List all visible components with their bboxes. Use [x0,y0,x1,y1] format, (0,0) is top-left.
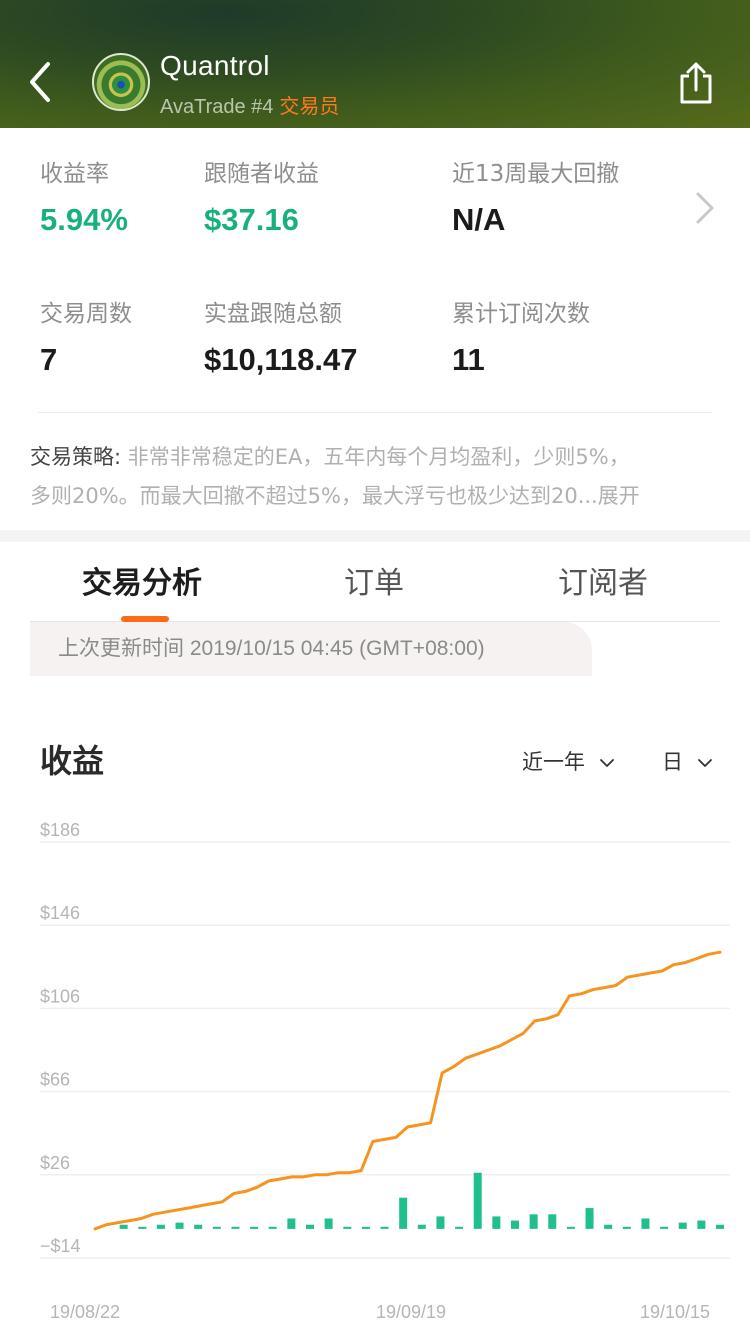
profit-bar [678,1222,687,1229]
section-title: 收益 [40,742,105,780]
profit-bar [138,1226,147,1229]
stat-value-follower-profit: $37.16 [204,202,299,237]
profit-bar [194,1224,203,1229]
chevron-down-icon [697,759,712,767]
profit-bar [231,1226,240,1229]
trader-subtitle: AvaTrade #4 交易员 [160,90,339,119]
profit-bar [566,1226,575,1229]
stat-label-follow-total: 实盘跟随总额 [204,301,342,327]
stat-value-max-drawdown: N/A [452,202,506,237]
tab-subscribers[interactable]: 订阅者 [558,558,648,602]
profit-bar [212,1226,221,1229]
profit-bar [250,1226,259,1229]
profit-bar [473,1172,482,1229]
granularity-value: 日 [662,750,683,774]
profit-bar [380,1226,389,1229]
tab-orders[interactable]: 订单 [344,558,404,602]
stat-value-trade-weeks: 7 [40,342,58,377]
profit-bar [585,1208,594,1229]
stat-label-max-drawdown: 近13周最大回撤 [452,161,620,187]
profit-bar [641,1218,650,1229]
strategy-label: 交易策略: [30,445,122,469]
strategy-description[interactable]: 交易策略: 非常非常稳定的EA，五年内每个月均盈利，少则5%， 多则20%。而最… [30,438,720,516]
tab-trade-analysis[interactable]: 交易分析 [82,558,202,602]
profit-chart: $186 $146 $106 $66 $26 −$14 19/08/22 19/09/19 19… [40,820,730,1322]
profit-bar [399,1197,408,1229]
stat-value-subscriptions: 11 [452,342,485,377]
profit-bar [175,1222,184,1229]
profit-bar [361,1226,370,1229]
profit-bar [119,1224,128,1229]
stat-label-return-rate: 收益率 [40,161,109,187]
divider [38,412,712,413]
chevron-down-icon [599,759,614,767]
share-button[interactable] [676,60,716,106]
avatar[interactable] [92,53,150,111]
profit-bar [660,1226,669,1229]
profit-bar [697,1220,706,1229]
profit-bar [604,1224,613,1229]
x-tick-label: 19/09/19 [376,1302,446,1322]
y-tick-label: $186 [40,820,80,840]
profit-bar [306,1224,314,1229]
stat-label-trade-weeks: 交易周数 [40,301,132,327]
stat-label-follower-profit: 跟随者收益 [204,161,319,187]
range-value: 近一年 [522,750,585,774]
y-tick-label: $106 [40,986,80,1006]
profit-bar [324,1218,333,1229]
chevron-left-icon [30,62,50,102]
granularity-dropdown[interactable]: 日 [662,746,712,776]
last-update-banner: 上次更新时间 2019/10/15 04:45 (GMT+08:00) [30,622,592,676]
stat-value-return-rate: 5.94% [40,202,128,237]
profit-bar [529,1214,538,1229]
profit-bar [156,1224,165,1229]
y-tick-label: $26 [40,1153,70,1173]
profit-bar [417,1224,426,1229]
profit-bar [436,1216,445,1229]
profit-bar [716,1224,724,1229]
strategy-text-line2: 多则20%。而最大回撤不超过5%，最大浮亏也极少达到20... [30,484,598,508]
cumulative-profit-line [93,950,722,1231]
profit-bar [343,1226,352,1229]
profit-bar [287,1218,296,1229]
x-tick-label: 19/10/15 [640,1302,710,1322]
profit-bar [268,1226,277,1229]
strategy-text-line1: 非常非常稳定的EA，五年内每个月均盈利，少则5%， [127,445,630,469]
profile-header: Quantrol AvaTrade #4 交易员 [0,0,750,128]
trader-role: 交易员 [279,96,340,118]
share-icon [680,62,712,104]
broker-rank: AvaTrade #4 [160,96,274,118]
stats-detail-button[interactable] [692,190,716,226]
back-button[interactable] [24,56,60,108]
stat-label-subscriptions: 累计订阅次数 [452,301,590,327]
expand-link[interactable]: 展开 [598,484,640,508]
profit-bar [492,1216,501,1229]
chevron-right-icon [696,192,714,224]
x-tick-label: 19/08/22 [50,1302,120,1322]
trader-name: Quantrol [160,50,270,81]
profit-bar [548,1214,557,1229]
y-tick-label: $146 [40,903,80,923]
range-dropdown[interactable]: 近一年 [522,746,614,776]
profit-bar [455,1226,464,1229]
profit-bar [511,1220,519,1229]
profit-bar [622,1226,631,1229]
section-separator [0,530,750,542]
y-tick-label: $66 [40,1070,70,1090]
y-tick-label: −$14 [40,1236,81,1256]
stat-value-follow-total: $10,118.47 [204,342,358,377]
